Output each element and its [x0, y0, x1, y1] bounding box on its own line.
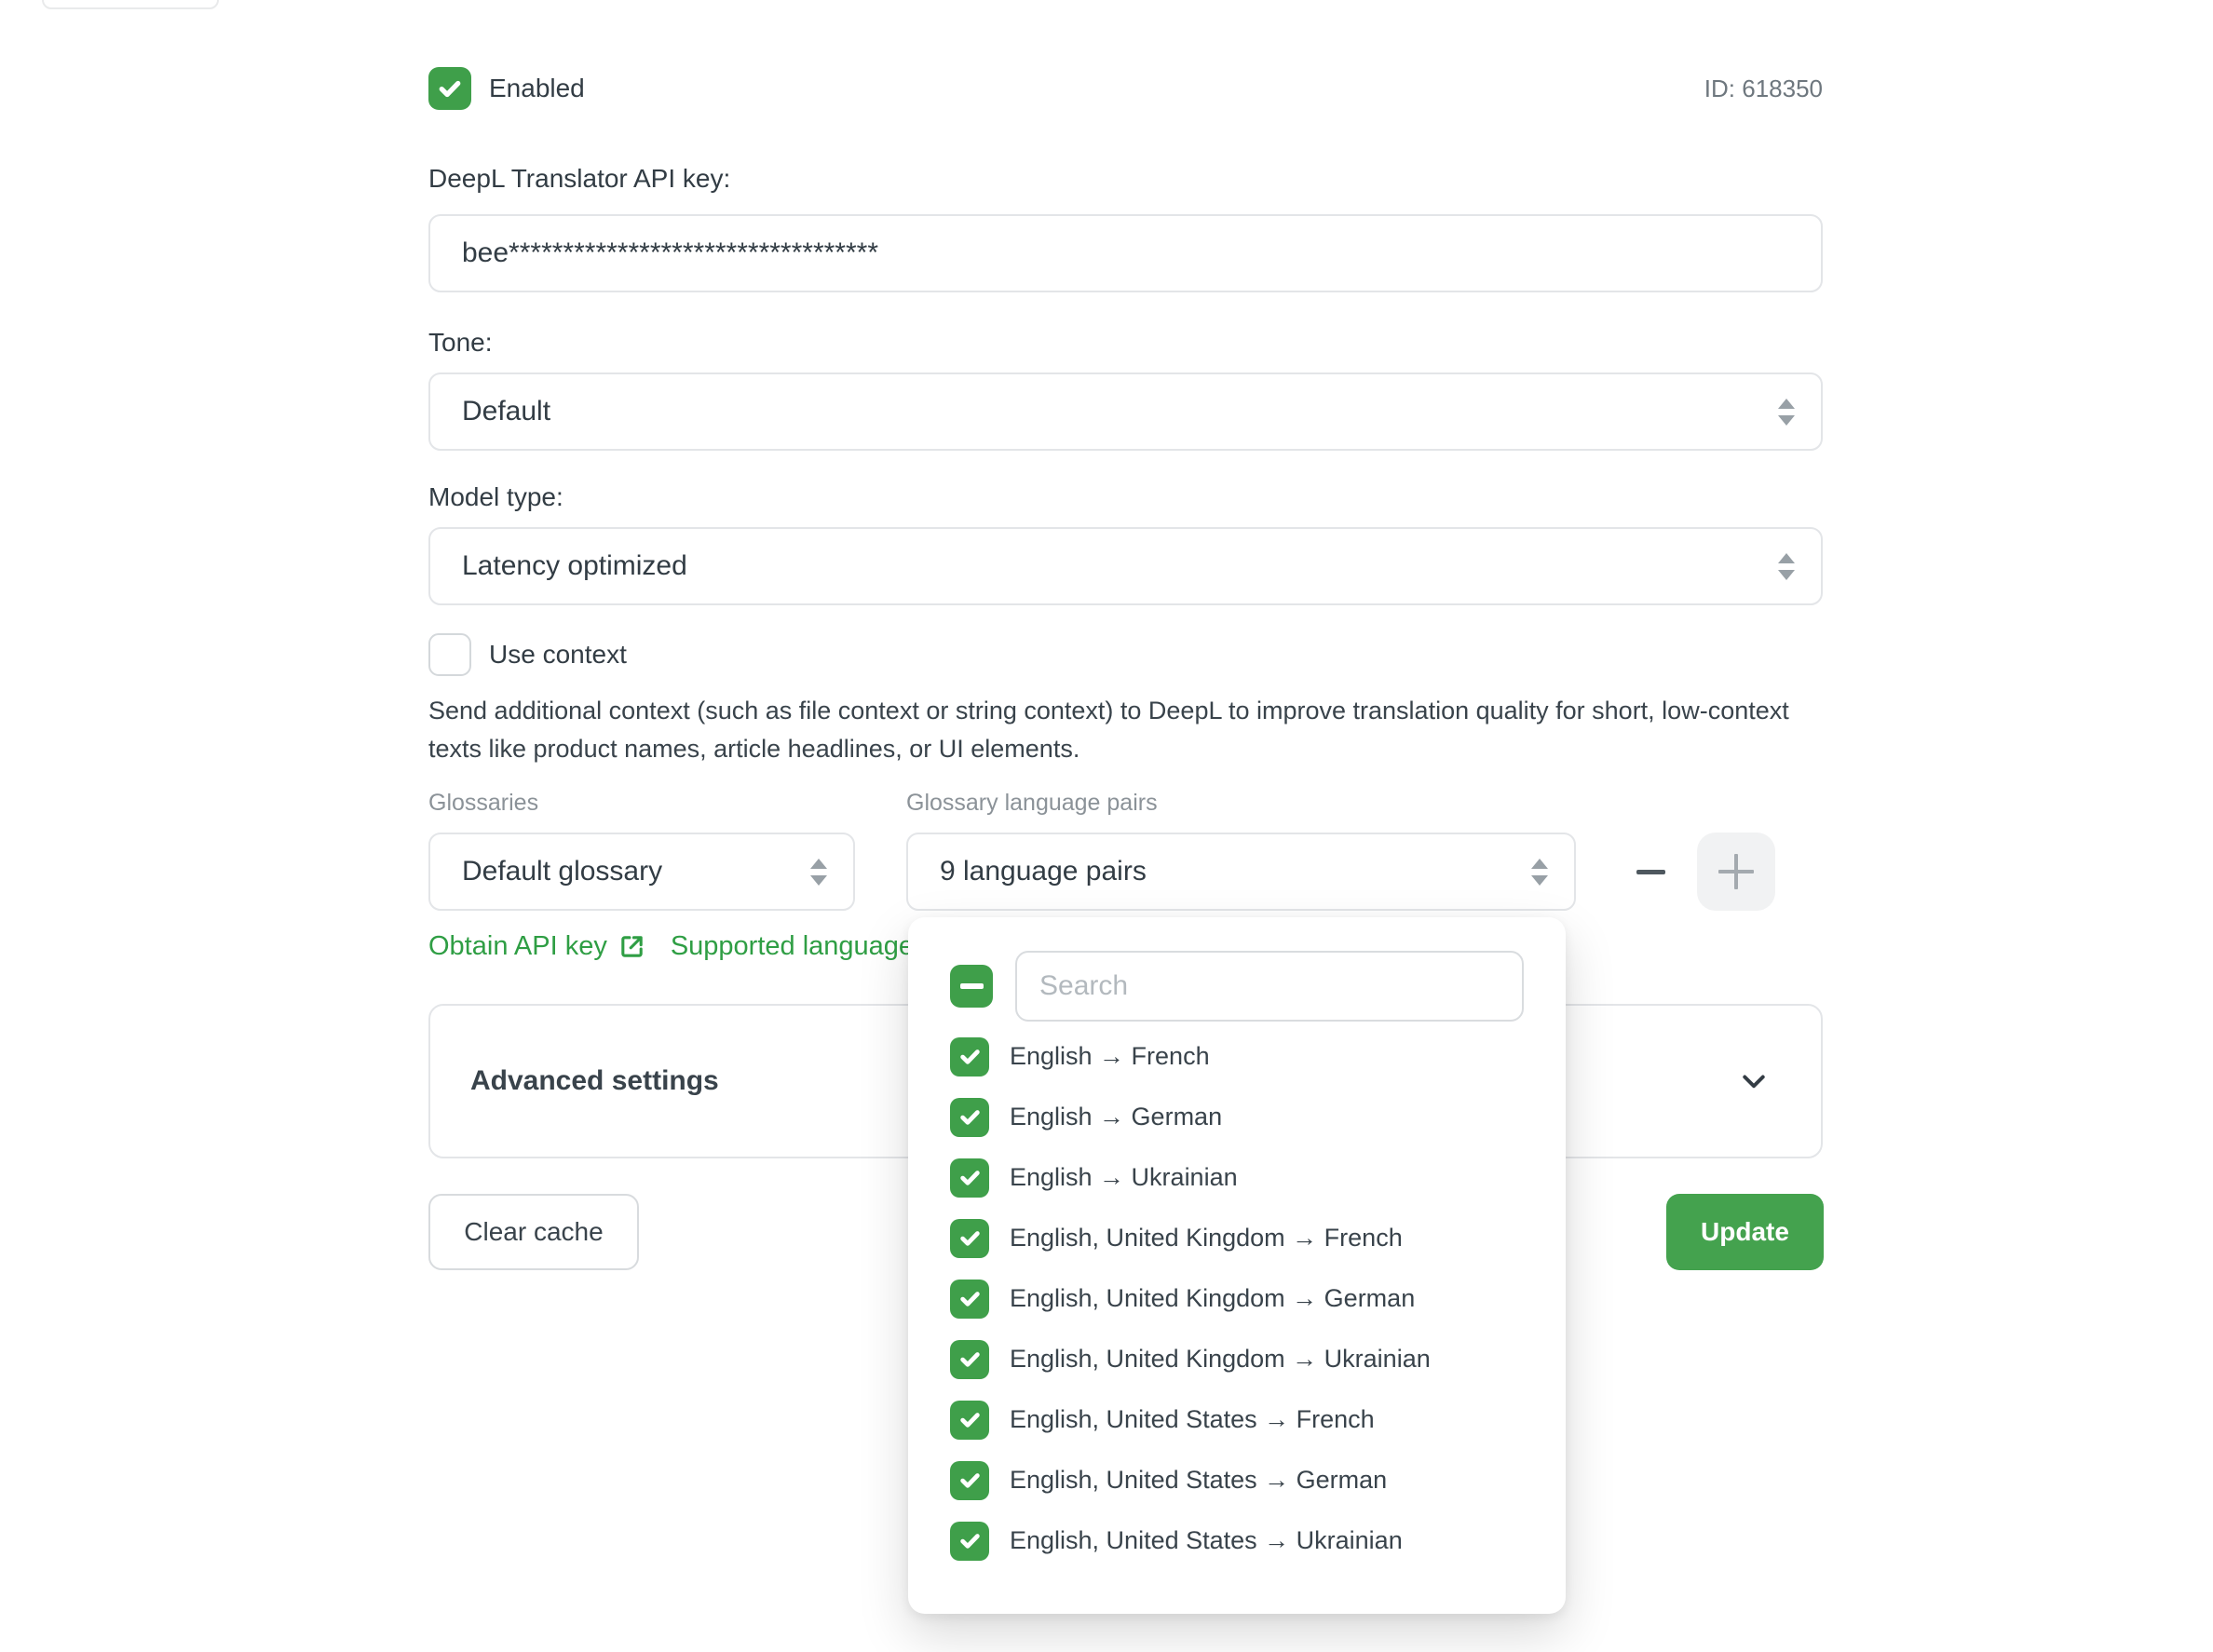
- remove-glossary-button[interactable]: [1621, 833, 1680, 911]
- search-input[interactable]: [1015, 951, 1524, 1022]
- language-pair-option[interactable]: English, United Kingdom → French: [950, 1208, 1524, 1268]
- language-pair-label: English, United States → French: [1010, 1405, 1375, 1434]
- checkbox-checked-icon: [950, 1401, 989, 1440]
- deepl-settings-page: Enabled ID: 618350 DeepL Translator API …: [0, 0, 2213, 1652]
- api-key-input[interactable]: [428, 214, 1823, 292]
- tone-label: Tone:: [428, 328, 493, 358]
- language-pair-label: English → Ukrainian: [1010, 1163, 1238, 1192]
- checkbox-checked-icon: [950, 1280, 989, 1319]
- checkbox-checked-icon: [950, 1522, 989, 1561]
- sort-arrows-icon: [1531, 859, 1548, 886]
- enabled-label: Enabled: [489, 74, 585, 103]
- model-type-label: Model type:: [428, 482, 563, 512]
- language-pair-option[interactable]: English, United States → Ukrainian: [950, 1510, 1524, 1571]
- glossaries-label: Glossaries: [428, 790, 538, 817]
- enabled-checkbox[interactable]: [428, 67, 471, 110]
- minus-icon: [1636, 870, 1665, 874]
- language-pair-dropdown: English → French English → German Englis…: [908, 917, 1566, 1614]
- language-pair-option[interactable]: English, United States → German: [950, 1450, 1524, 1510]
- language-pair-label: English, United States → German: [1010, 1466, 1387, 1495]
- sort-arrows-icon: [1778, 553, 1795, 580]
- language-pair-option[interactable]: English → Ukrainian: [950, 1147, 1524, 1208]
- glossary-pairs-select[interactable]: 9 language pairs: [906, 833, 1576, 911]
- language-pair-label: English → German: [1010, 1103, 1222, 1131]
- glossary-pairs-label: Glossary language pairs: [906, 790, 1158, 817]
- language-pair-label: English, United States → Ukrainian: [1010, 1526, 1403, 1555]
- checkbox-checked-icon: [950, 1340, 989, 1379]
- integration-id-text: ID: 618350: [1704, 74, 1823, 103]
- use-context-checkbox[interactable]: [428, 633, 471, 676]
- model-type-select[interactable]: Latency optimized: [428, 527, 1823, 605]
- links-row: Obtain API key Supported languages: [428, 931, 928, 962]
- plus-icon: [1718, 854, 1754, 889]
- glossaries-select[interactable]: Default glossary: [428, 833, 855, 911]
- use-context-row: Use context: [428, 633, 627, 676]
- glossary-pairs-select-value: 9 language pairs: [940, 856, 1147, 887]
- obtain-api-key-link[interactable]: Obtain API key: [428, 931, 607, 962]
- indeterminate-icon: [960, 983, 984, 989]
- glossaries-select-value: Default glossary: [462, 856, 662, 887]
- language-pair-option[interactable]: English, United States → French: [950, 1389, 1524, 1450]
- language-pair-list: English → French English → German Englis…: [950, 1026, 1524, 1571]
- enabled-row: Enabled ID: 618350: [428, 67, 1823, 110]
- api-key-label: DeepL Translator API key:: [428, 164, 730, 194]
- model-type-select-value: Latency optimized: [462, 550, 687, 582]
- checkbox-checked-icon: [950, 1219, 989, 1258]
- external-link-icon: [618, 932, 646, 961]
- language-pair-label: English, United Kingdom → French: [1010, 1224, 1403, 1253]
- tone-select[interactable]: Default: [428, 372, 1823, 451]
- add-glossary-button[interactable]: [1697, 833, 1775, 911]
- advanced-settings-title: Advanced settings: [470, 1065, 719, 1097]
- language-pair-option[interactable]: English → German: [950, 1087, 1524, 1147]
- language-pair-option[interactable]: English → French: [950, 1026, 1524, 1087]
- clear-cache-button[interactable]: Clear cache: [428, 1194, 639, 1270]
- sort-arrows-icon: [810, 859, 827, 886]
- checkbox-checked-icon: [950, 1037, 989, 1077]
- language-pair-option[interactable]: English, United Kingdom → Ukrainian: [950, 1329, 1524, 1389]
- checkbox-checked-icon: [950, 1158, 989, 1198]
- language-pair-label: English, United Kingdom → Ukrainian: [1010, 1345, 1431, 1374]
- language-pair-label: English, United Kingdom → German: [1010, 1284, 1415, 1313]
- sort-arrows-icon: [1778, 399, 1795, 426]
- language-pair-option[interactable]: English, United Kingdom → German: [950, 1268, 1524, 1329]
- use-context-label: Use context: [489, 640, 627, 670]
- supported-languages-link[interactable]: Supported languages: [671, 931, 928, 962]
- dropdown-search-row: [950, 951, 1524, 1022]
- checkbox-checked-icon: [950, 1461, 989, 1500]
- checkbox-checked-icon: [950, 1098, 989, 1137]
- use-context-description: Send additional context (such as file co…: [428, 692, 1802, 768]
- chevron-down-icon: [1737, 1064, 1771, 1098]
- language-pair-label: English → French: [1010, 1042, 1210, 1071]
- check-icon: [436, 74, 464, 102]
- partial-element-top-left: [42, 0, 219, 9]
- update-button[interactable]: Update: [1666, 1194, 1824, 1270]
- select-all-checkbox[interactable]: [950, 965, 993, 1008]
- tone-select-value: Default: [462, 396, 550, 427]
